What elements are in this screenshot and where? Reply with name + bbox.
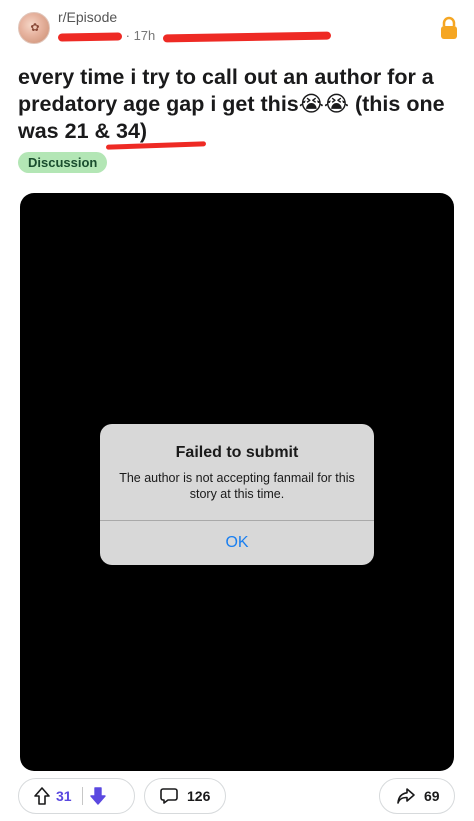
share-count: 69: [424, 788, 440, 804]
share-button[interactable]: 69: [379, 778, 455, 814]
vote-count: 31: [56, 788, 72, 804]
post-title[interactable]: every time i try to call out an author f…: [18, 64, 464, 145]
post-time: · 17h: [125, 28, 156, 43]
comments-button[interactable]: 126: [144, 778, 226, 814]
alert-dialog: Failed to submit The author is not accep…: [100, 424, 374, 565]
vote-control: 31: [18, 778, 135, 814]
vote-divider: [81, 787, 83, 805]
redacted-text: [162, 31, 331, 43]
downvote-icon[interactable]: [89, 786, 107, 806]
share-icon: [397, 788, 415, 804]
dialog-title: Failed to submit: [175, 444, 299, 461]
subreddit-name[interactable]: r/Episode: [58, 9, 117, 25]
dialog-message: The author is not accepting fanmail for …: [119, 471, 355, 501]
lock-icon: [441, 16, 457, 39]
action-bar: 31 126 69: [0, 776, 474, 816]
upvote-icon[interactable]: [33, 786, 51, 806]
avatar[interactable]: ✿: [18, 12, 50, 44]
redacted-username: [57, 32, 123, 42]
comment-icon: [160, 788, 178, 804]
post-header: ✿ r/Episode · 17h: [0, 0, 474, 56]
post-flair[interactable]: Discussion: [18, 152, 108, 173]
ok-button[interactable]: OK: [100, 521, 374, 565]
comment-count: 126: [187, 788, 211, 804]
post-meta: · 17h: [57, 28, 331, 43]
